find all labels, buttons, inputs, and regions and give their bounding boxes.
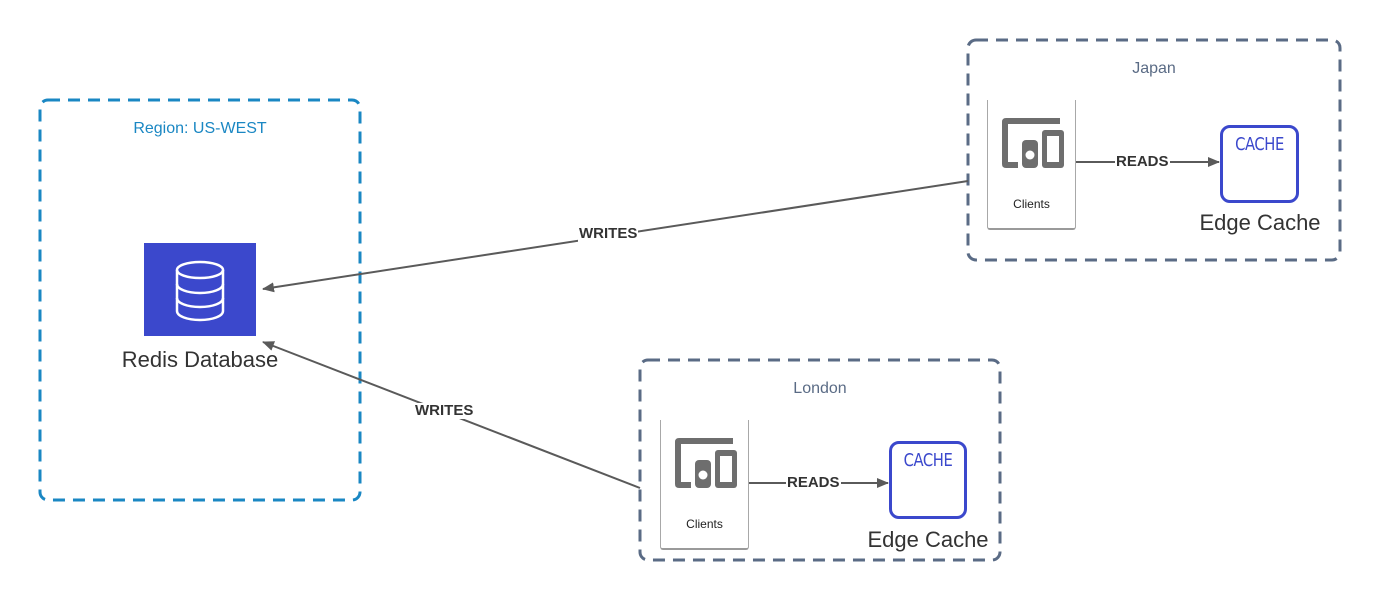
region-london-label: London: [793, 380, 847, 397]
reads-label-japan: READS: [1115, 153, 1170, 170]
japan-clients-label: Clients: [1013, 197, 1050, 211]
redis-database-label: Redis Database: [121, 347, 279, 372]
london-edge-cache-label: Edge Cache: [867, 527, 989, 552]
london-clients-node[interactable]: Clients: [660, 420, 749, 550]
cache-badge-text: CACHE: [903, 450, 953, 471]
cache-badge-text: CACHE: [1235, 134, 1284, 155]
london-edge-cache-node[interactable]: CACHE: [889, 441, 967, 519]
japan-edge-cache-label: Edge Cache: [1199, 210, 1321, 235]
reads-label-london: READS: [786, 474, 841, 491]
japan-edge-cache-node[interactable]: CACHE: [1220, 125, 1299, 203]
database-icon: [175, 260, 225, 322]
redis-database-node[interactable]: [144, 243, 256, 336]
japan-clients-node[interactable]: Clients: [987, 100, 1076, 230]
london-clients-label: Clients: [686, 517, 723, 531]
writes-label-london: WRITES: [414, 402, 475, 419]
writes-label-japan: WRITES: [578, 225, 639, 242]
region-japan-label: Japan: [1132, 60, 1176, 77]
devices-icon: [1002, 118, 1064, 168]
devices-icon: [675, 438, 737, 488]
region-us-west-label: Region: US-WEST: [133, 120, 267, 137]
